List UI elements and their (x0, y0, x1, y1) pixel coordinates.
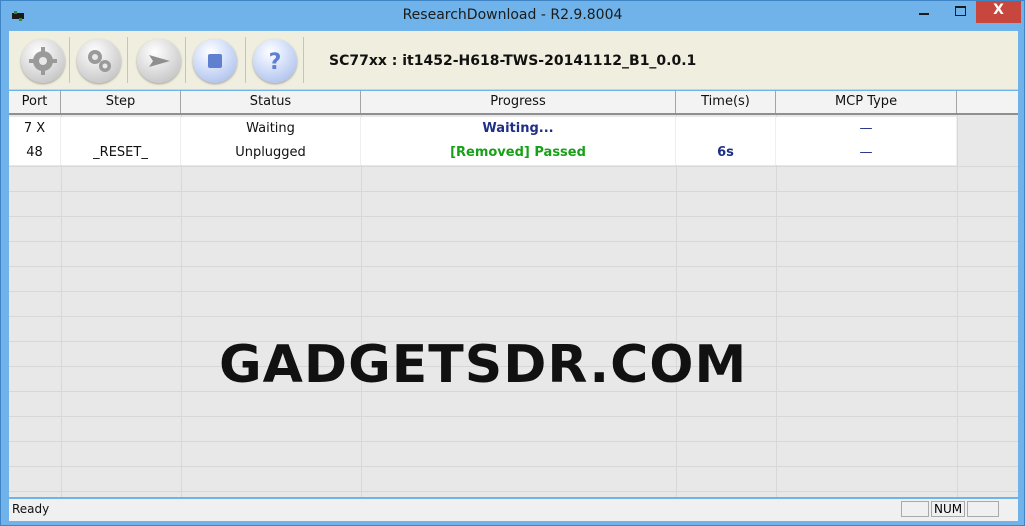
grid-line (9, 316, 1018, 317)
column-header-progress[interactable]: Progress (361, 91, 676, 113)
cell-port: 48 (9, 141, 61, 165)
toolbar-separator (245, 37, 246, 83)
grid-line (9, 441, 1018, 442)
column-header-status[interactable]: Status (181, 91, 361, 113)
gears-icon (88, 50, 111, 72)
column-header-port[interactable]: Port (9, 91, 61, 113)
title-bar[interactable]: ResearchDownload - R2.9.8004 X (1, 1, 1024, 31)
status-indicator (901, 501, 929, 517)
column-header-step[interactable]: Step (61, 91, 181, 113)
status-bar: Ready NUM (9, 499, 1018, 521)
gear-icon (29, 47, 57, 75)
question-icon: ? (269, 50, 282, 75)
cell-progress: [Removed] Passed (361, 141, 676, 165)
grid-line (9, 466, 1018, 467)
grid-line (9, 491, 1018, 492)
cell-time (676, 117, 776, 141)
status-text: Ready (12, 502, 50, 516)
grid-line (9, 241, 1018, 242)
cell-step (61, 117, 181, 141)
start-button[interactable] (137, 39, 181, 83)
window-title: ResearchDownload - R2.9.8004 (402, 7, 623, 23)
cell-progress: Waiting... (361, 117, 676, 141)
app-window: ResearchDownload - R2.9.8004 X ? SC77xx … (0, 0, 1025, 526)
grid-line (61, 115, 62, 497)
table-row[interactable]: 48 _RESET_ Unplugged [Removed] Passed 6s… (9, 141, 957, 165)
grid-line (957, 115, 958, 497)
maximize-button[interactable] (947, 1, 973, 23)
grid-line (9, 166, 1018, 167)
num-lock-indicator: NUM (931, 501, 965, 517)
grid-line (9, 291, 1018, 292)
grid-header: Port Step Status Progress Time(s) MCP Ty… (9, 91, 1018, 115)
cell-mcp-type: — (776, 141, 957, 165)
table-row[interactable]: 7 X Waiting Waiting... — (9, 117, 957, 141)
cell-status: Unplugged (181, 141, 361, 165)
help-button[interactable]: ? (253, 39, 297, 83)
grid-line (9, 266, 1018, 267)
cell-port: 7 X (9, 117, 61, 141)
cell-time: 6s (676, 141, 776, 165)
package-label: SC77xx : it1452-H618-TWS-20141112_B1_0.0… (329, 53, 697, 69)
grid-line (361, 115, 362, 497)
toolbar-separator (303, 37, 304, 83)
grid-line (9, 416, 1018, 417)
grid-line (9, 216, 1018, 217)
status-indicator (967, 501, 999, 517)
play-arrow-icon (149, 55, 170, 67)
toolbar-separator (185, 37, 186, 83)
cell-step: _RESET_ (61, 141, 181, 165)
cell-status: Waiting (181, 117, 361, 141)
close-button[interactable]: X (976, 1, 1021, 23)
toolbar-separator (69, 37, 70, 83)
load-packet-button[interactable] (21, 39, 65, 83)
stop-button[interactable] (193, 39, 237, 83)
column-header-mcp-type[interactable]: MCP Type (776, 91, 957, 113)
close-icon: X (993, 2, 1004, 18)
toolbar-separator (127, 37, 128, 83)
grid-line (676, 115, 677, 497)
grid-line (9, 191, 1018, 192)
settings-button[interactable] (77, 39, 121, 83)
watermark-text: GADGETSDR.COM (219, 335, 748, 395)
cell-mcp-type: — (776, 117, 957, 141)
column-header-time[interactable]: Time(s) (676, 91, 776, 113)
port-grid[interactable]: Port Step Status Progress Time(s) MCP Ty… (9, 91, 1018, 497)
toolbar: ? SC77xx : it1452-H618-TWS-20141112_B1_0… (9, 31, 1018, 90)
grid-line (181, 115, 182, 497)
svg-text:?: ? (269, 50, 282, 75)
minimize-button[interactable] (911, 1, 937, 23)
stop-square-icon (208, 54, 222, 68)
grid-line (776, 115, 777, 497)
